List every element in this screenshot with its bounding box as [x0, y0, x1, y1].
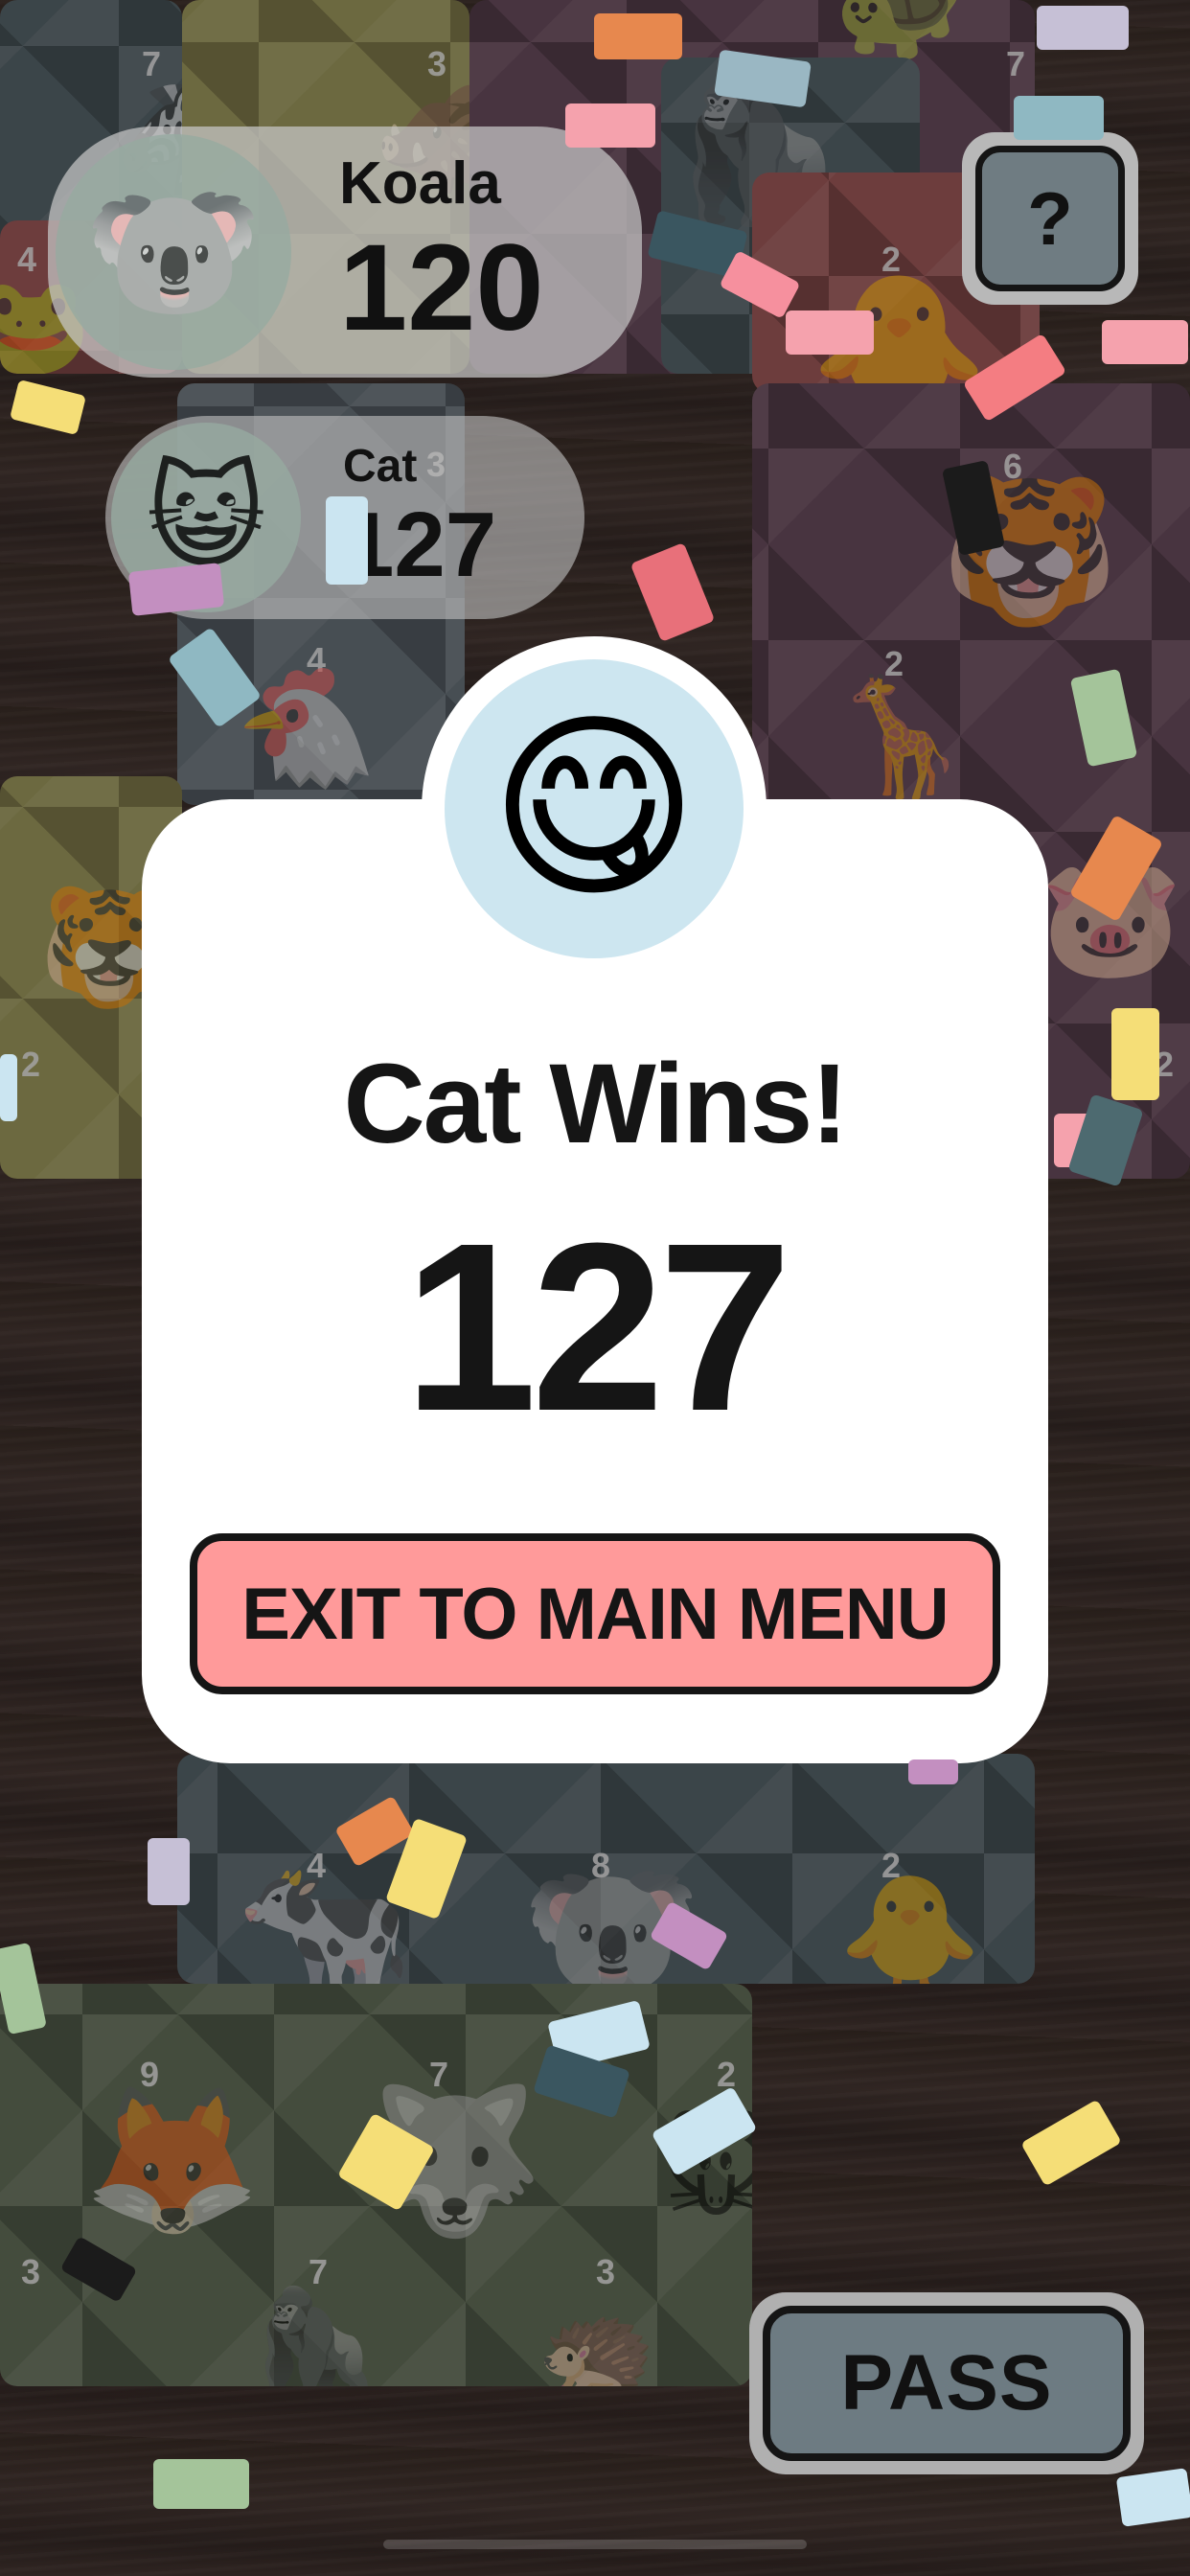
- confetti-piece: [565, 104, 655, 148]
- question-mark-icon: ?: [975, 146, 1125, 291]
- confetti-piece: [1014, 96, 1104, 140]
- player-name: Cat: [343, 441, 418, 492]
- help-button[interactable]: ?: [962, 132, 1138, 305]
- winner-avatar: 😋: [445, 659, 744, 958]
- confetti-piece: [153, 2459, 249, 2509]
- confetti-piece: [1037, 6, 1129, 50]
- exit-to-main-menu-button[interactable]: EXIT TO MAIN MENU: [190, 1533, 1000, 1694]
- confetti-piece: [1115, 2468, 1190, 2527]
- player-score: 120: [339, 219, 544, 356]
- confetti-piece: [908, 1760, 958, 1784]
- confetti-piece: [1102, 320, 1188, 364]
- koala-avatar: 🐨: [56, 134, 291, 370]
- home-indicator: [383, 2540, 807, 2549]
- winner-score: 127: [403, 1193, 791, 1460]
- cat-face-tongue-icon: 😋: [489, 691, 699, 926]
- confetti-piece: [0, 1054, 17, 1121]
- confetti-piece: [1111, 1008, 1159, 1100]
- pass-button[interactable]: PASS: [749, 2292, 1144, 2474]
- winner-badge: 😋: [422, 636, 767, 981]
- koala-icon: 🐨: [83, 169, 263, 335]
- confetti-piece: [594, 13, 682, 59]
- confetti-piece: [786, 310, 874, 355]
- winner-title: Cat Wins!: [343, 1041, 848, 1167]
- confetti-piece: [326, 496, 368, 585]
- pass-button-label: PASS: [763, 2306, 1131, 2461]
- player-score-koala: 🐨 Koala 120: [48, 126, 642, 378]
- player-name: Koala: [339, 150, 501, 217]
- confetti-piece: [148, 1838, 190, 1905]
